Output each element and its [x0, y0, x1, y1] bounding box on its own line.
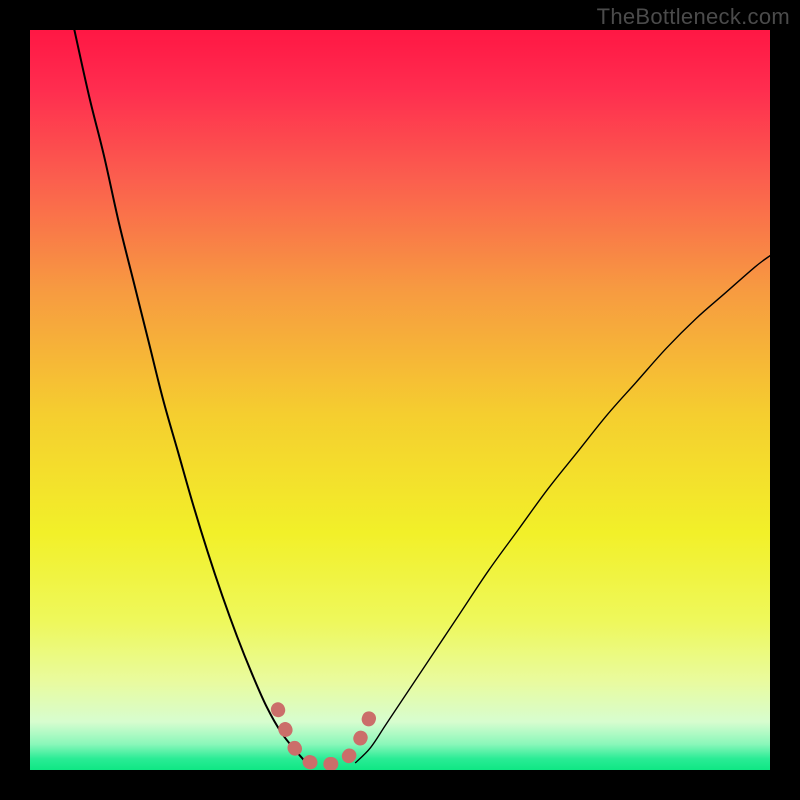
gradient-background [30, 30, 770, 770]
plot-area [30, 30, 770, 770]
chart-frame: TheBottleneck.com [0, 0, 800, 800]
chart-svg [30, 30, 770, 770]
watermark-text: TheBottleneck.com [597, 4, 790, 30]
